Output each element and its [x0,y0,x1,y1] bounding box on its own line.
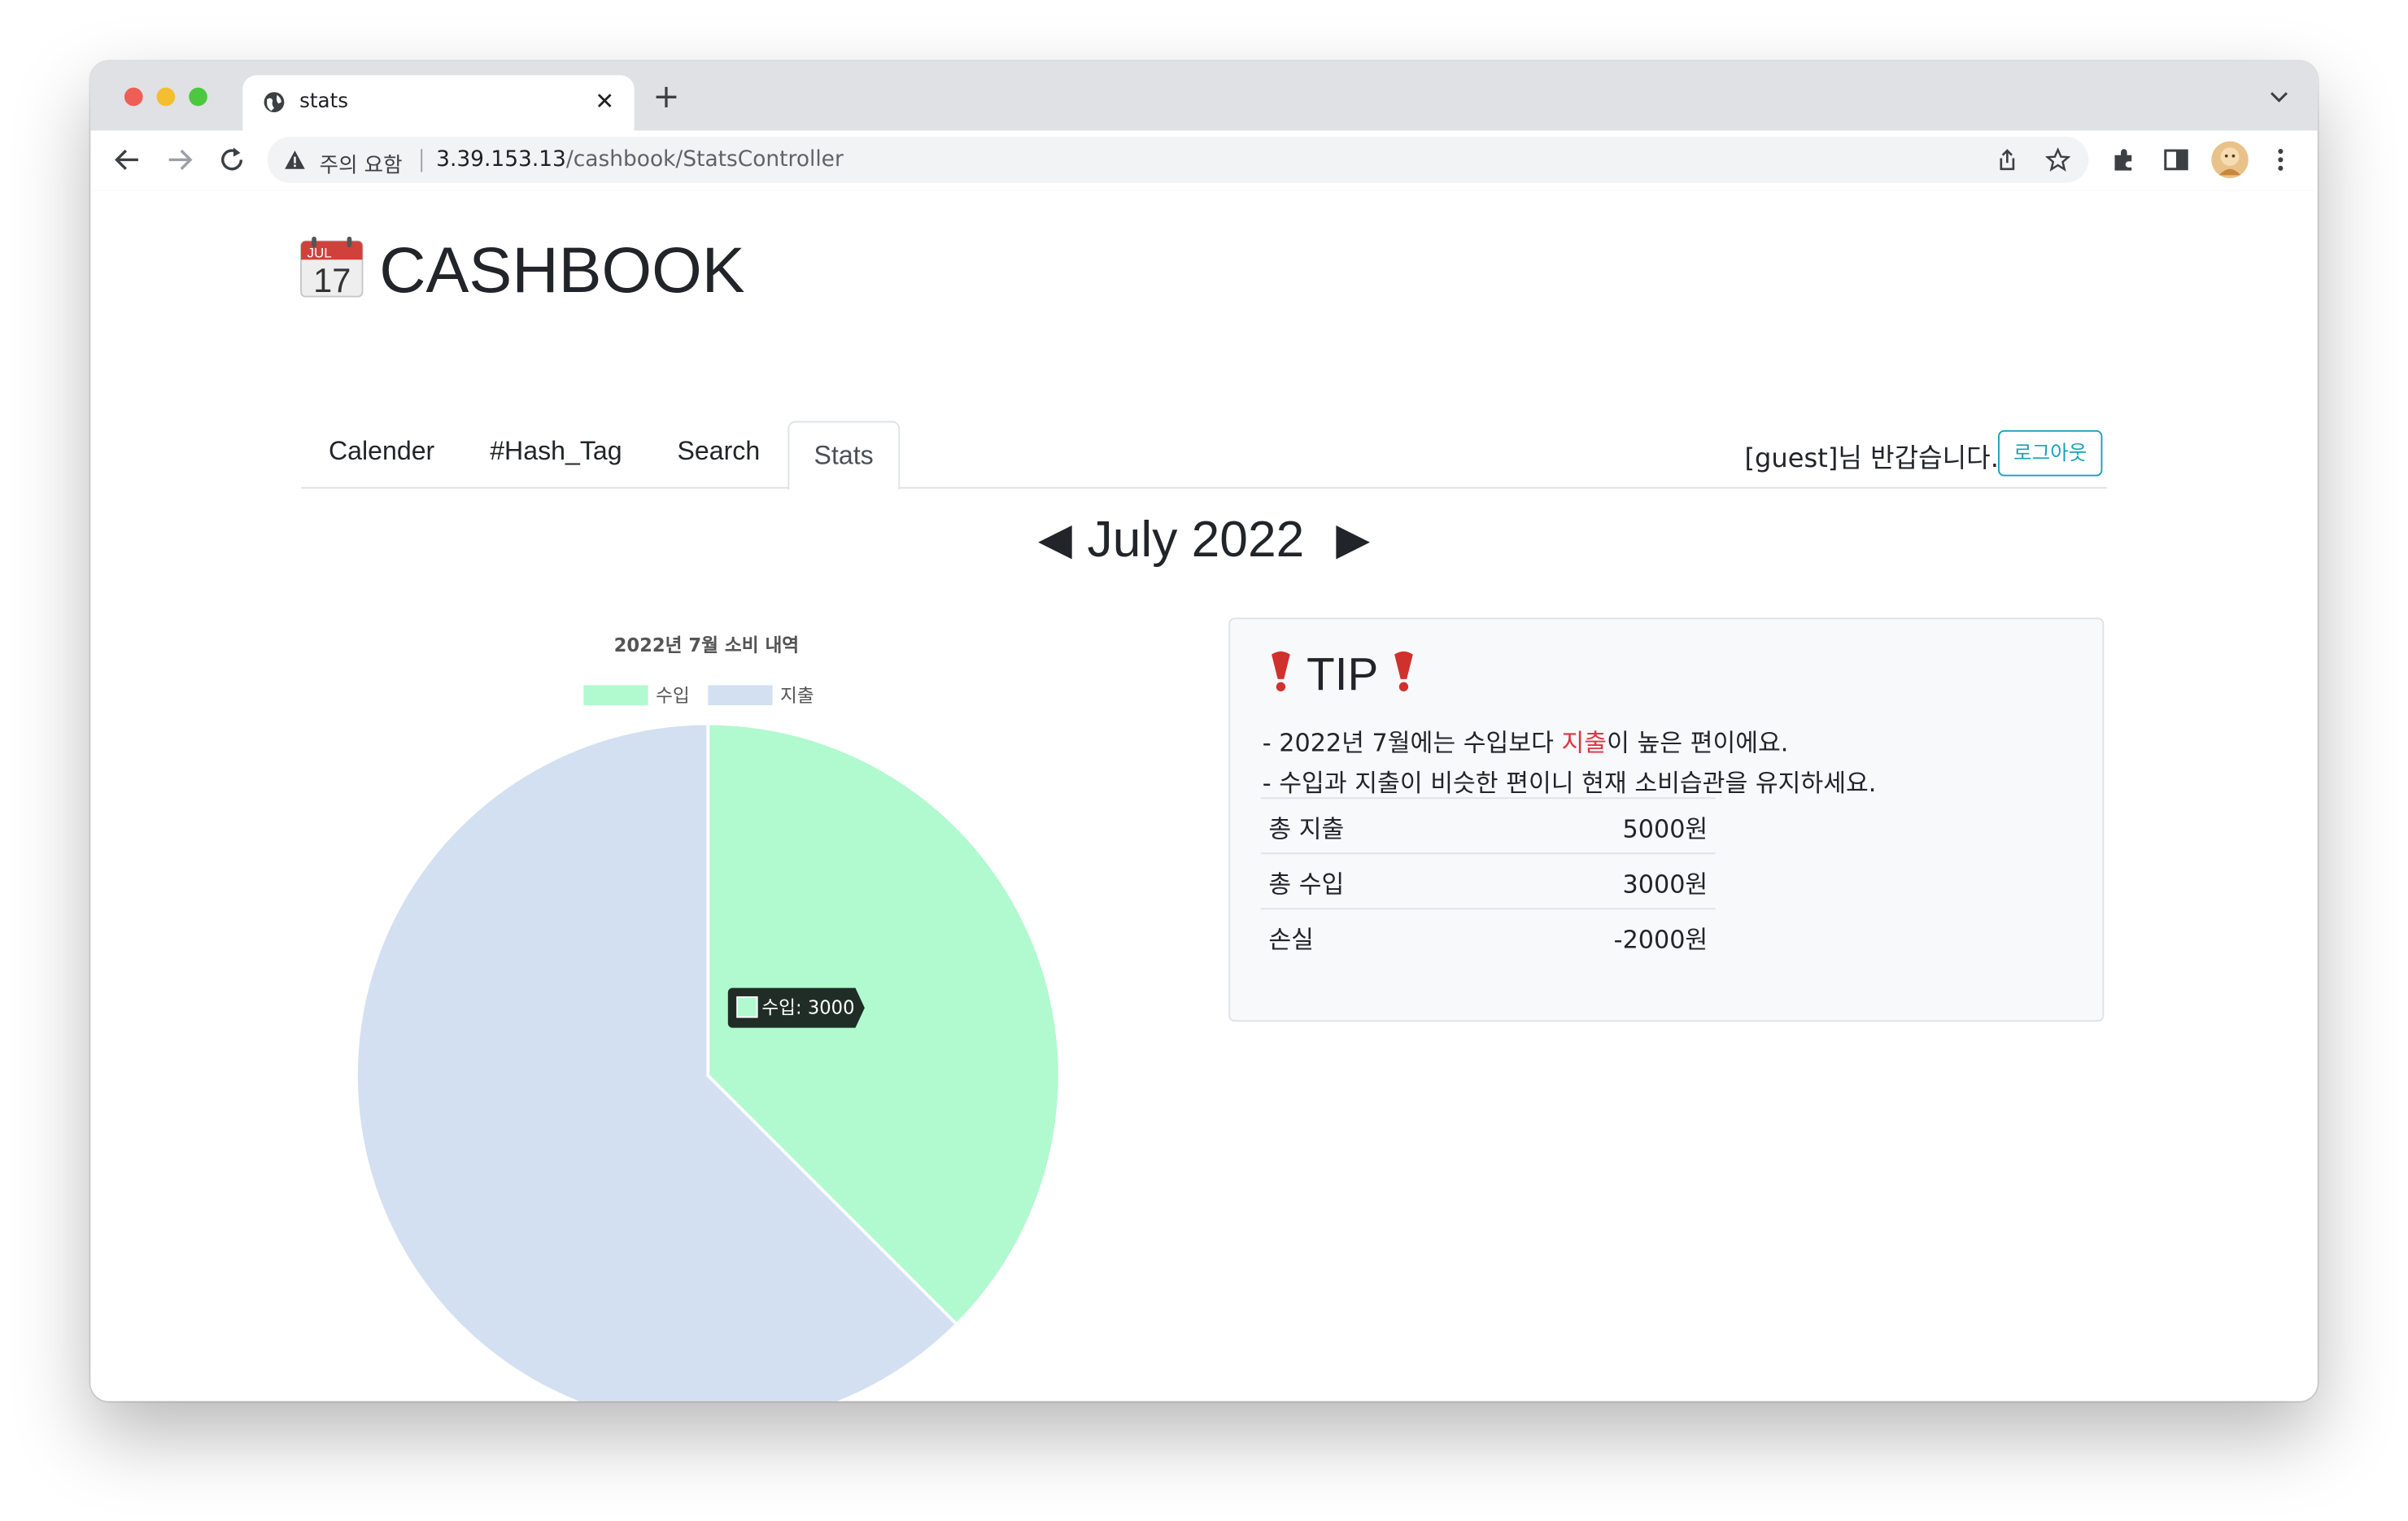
tab-title: stats [299,90,348,114]
tip-title: TIP [1307,650,1378,701]
reload-icon[interactable] [215,143,249,177]
tip-heading: TIP [1267,648,1418,702]
url-host: 3.39.153.13 [436,147,566,172]
tooltip-text: 수입: 3000 [761,998,854,1019]
table-row: 총 수입 3000원 [1260,852,1716,909]
row-label: 총 수입 [1260,852,1468,909]
pie-slices [355,721,1062,1401]
new-tab-icon[interactable]: + [652,81,679,114]
summary-table: 총 지출 5000원 총 수입 3000원 손실 -2000원 [1260,797,1716,964]
profile-avatar[interactable] [2211,141,2249,179]
url-text[interactable]: 3.39.153.13/cashbook/StatsController [436,147,844,172]
close-window-button[interactable] [124,87,143,107]
tip-line-1-after: 이 높은 편이에요. [1607,728,1789,758]
minimize-window-button[interactable] [156,87,176,107]
tip-line-1-highlight: 지출 [1561,728,1608,758]
exclamation-icon [1394,651,1414,692]
side-panel-icon[interactable] [2162,146,2190,173]
maximize-window-button[interactable] [189,87,207,107]
avatar-face-icon [2211,141,2249,179]
bookmark-star-icon[interactable] [2045,147,2070,172]
row-value: 3000원 [1467,852,1716,909]
tip-line-1: - 2022년 7월에는 수입보다 지출이 높은 편이에요. [1263,722,1789,759]
url-path: /cashbook/StatsController [565,147,844,172]
tip-line-2: - 수입과 지출이 비슷한 편이니 현재 소비습관을 유지하세요. [1262,768,1877,798]
address-bar[interactable]: 주의 요함 3.39.153.13/cashbook/StatsControll… [267,137,2089,183]
forward-arrow-icon[interactable] [163,143,197,177]
chart-tooltip: 수입: 3000 [727,987,865,1028]
row-label: 손실 [1260,908,1468,964]
share-icon[interactable] [1995,147,2019,172]
tooltip-swatch [736,996,758,1018]
chevron-down-icon[interactable] [2268,86,2289,107]
browser-toolbar: 주의 요함 3.39.153.13/cashbook/StatsControll… [90,130,2318,193]
table-row: 총 지출 5000원 [1260,797,1716,854]
globe-icon [264,92,285,113]
row-value: 5000원 [1467,797,1716,854]
row-label: 총 지출 [1260,797,1468,854]
row-value: -2000원 [1467,908,1716,964]
tab-strip: stats ✕ + [90,61,2318,131]
exclamation-icon [1272,651,1290,692]
browser-tab-stats[interactable]: stats ✕ [242,75,635,131]
browser-window: stats ✕ + 주의 요함 3.39.153.13/cashbook/Sta… [90,61,2318,1401]
back-arrow-icon[interactable] [111,143,145,177]
extensions-icon[interactable] [2110,146,2138,173]
security-label[interactable]: 주의 요함 [320,147,403,178]
address-separator [421,149,423,172]
more-menu-icon[interactable] [2266,146,2294,173]
table-row: 손실 -2000원 [1260,908,1716,964]
close-tab-icon[interactable]: ✕ [595,88,614,115]
tip-line-1-before: - 2022년 7월에는 수입보다 [1262,728,1562,758]
page-content: JUL 17 CASHBOOK Calender #Hash_Tag Searc… [90,190,2318,1401]
tip-card: TIP - 2022년 7월에는 수입보다 지출이 높은 편이에요. - 수입과… [1228,617,2105,1022]
warning-icon[interactable] [284,149,305,170]
